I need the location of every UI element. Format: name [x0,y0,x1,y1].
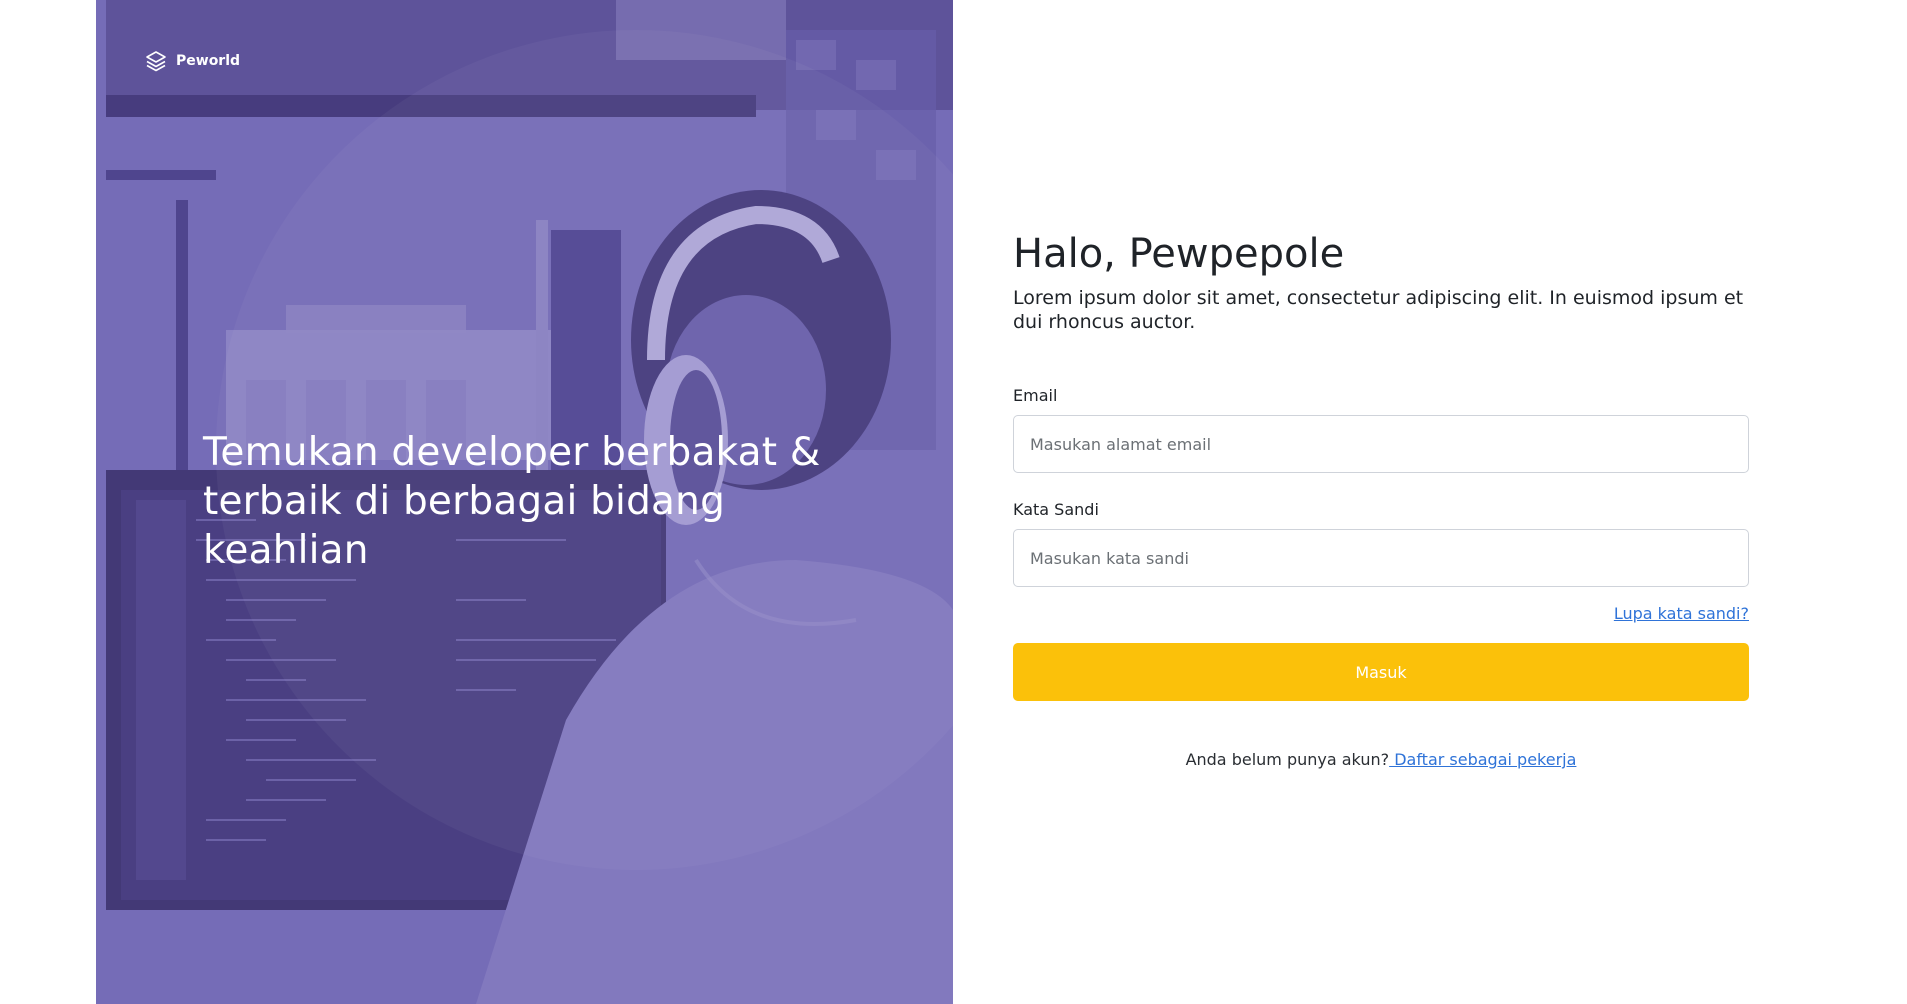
login-button[interactable]: Masuk [1013,643,1749,701]
register-row: Anda belum punya akun? Daftar sebagai pe… [1013,750,1749,769]
email-input[interactable] [1013,415,1749,473]
forgot-password-link[interactable]: Lupa kata sandi? [1614,604,1749,623]
layers-icon [144,49,168,73]
password-input[interactable] [1013,529,1749,587]
login-page: Peworld Temukan developer berbakat & ter… [0,0,1907,1004]
hero-panel: Peworld Temukan developer berbakat & ter… [96,0,953,1004]
login-subtitle: Lorem ipsum dolor sit amet, consectetur … [1013,287,1744,333]
forgot-password-row: Lupa kata sandi? [1013,604,1749,623]
email-label: Email [1013,386,1058,405]
hero-headline: Temukan developer berbakat & terbaik di … [203,430,821,573]
login-form: Halo, Pewpepole Lorem ipsum dolor sit am… [1013,228,1749,769]
password-field-group: Kata Sandi [1013,500,1749,587]
brand-logo[interactable]: Peworld [144,49,240,73]
brand-name: Peworld [176,53,241,69]
email-field-group: Email [1013,386,1749,473]
register-prompt: Anda belum punya akun? [1185,750,1390,769]
register-link[interactable]: Daftar sebagai pekerja [1389,750,1576,769]
password-label: Kata Sandi [1013,500,1099,519]
login-title: Halo, Pewpepole [1013,231,1345,277]
